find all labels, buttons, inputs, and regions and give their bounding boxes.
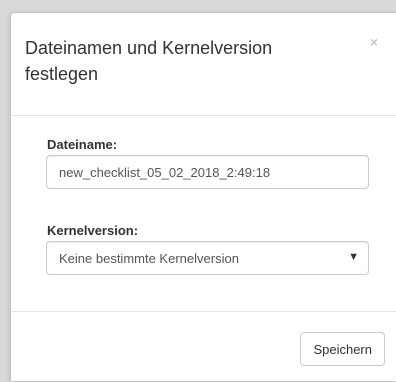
dialog-header: Dateinamen und Kernelversion festlegen × [11,13,396,116]
dialog-footer: Speichern [11,312,396,382]
kernel-version-label: Kernelversion: [47,223,139,238]
dialog-title: Dateinamen und Kernelversion festlegen [25,38,273,84]
close-icon[interactable]: × [370,35,378,49]
kernel-version-select[interactable]: Keine bestimmte Kernelversion ▼ [46,241,369,275]
save-button[interactable]: Speichern [300,332,385,366]
save-dialog: Dateinamen und Kernelversion festlegen ×… [10,12,396,381]
kernel-version-selected: Keine bestimmte Kernelversion [59,251,239,266]
dialog-body: Dateiname: Kernelversion: Keine bestimmt… [11,116,396,312]
filename-input[interactable] [46,155,369,189]
caret-down-icon: ▼ [348,251,359,263]
filename-label: Dateiname: [47,137,118,152]
